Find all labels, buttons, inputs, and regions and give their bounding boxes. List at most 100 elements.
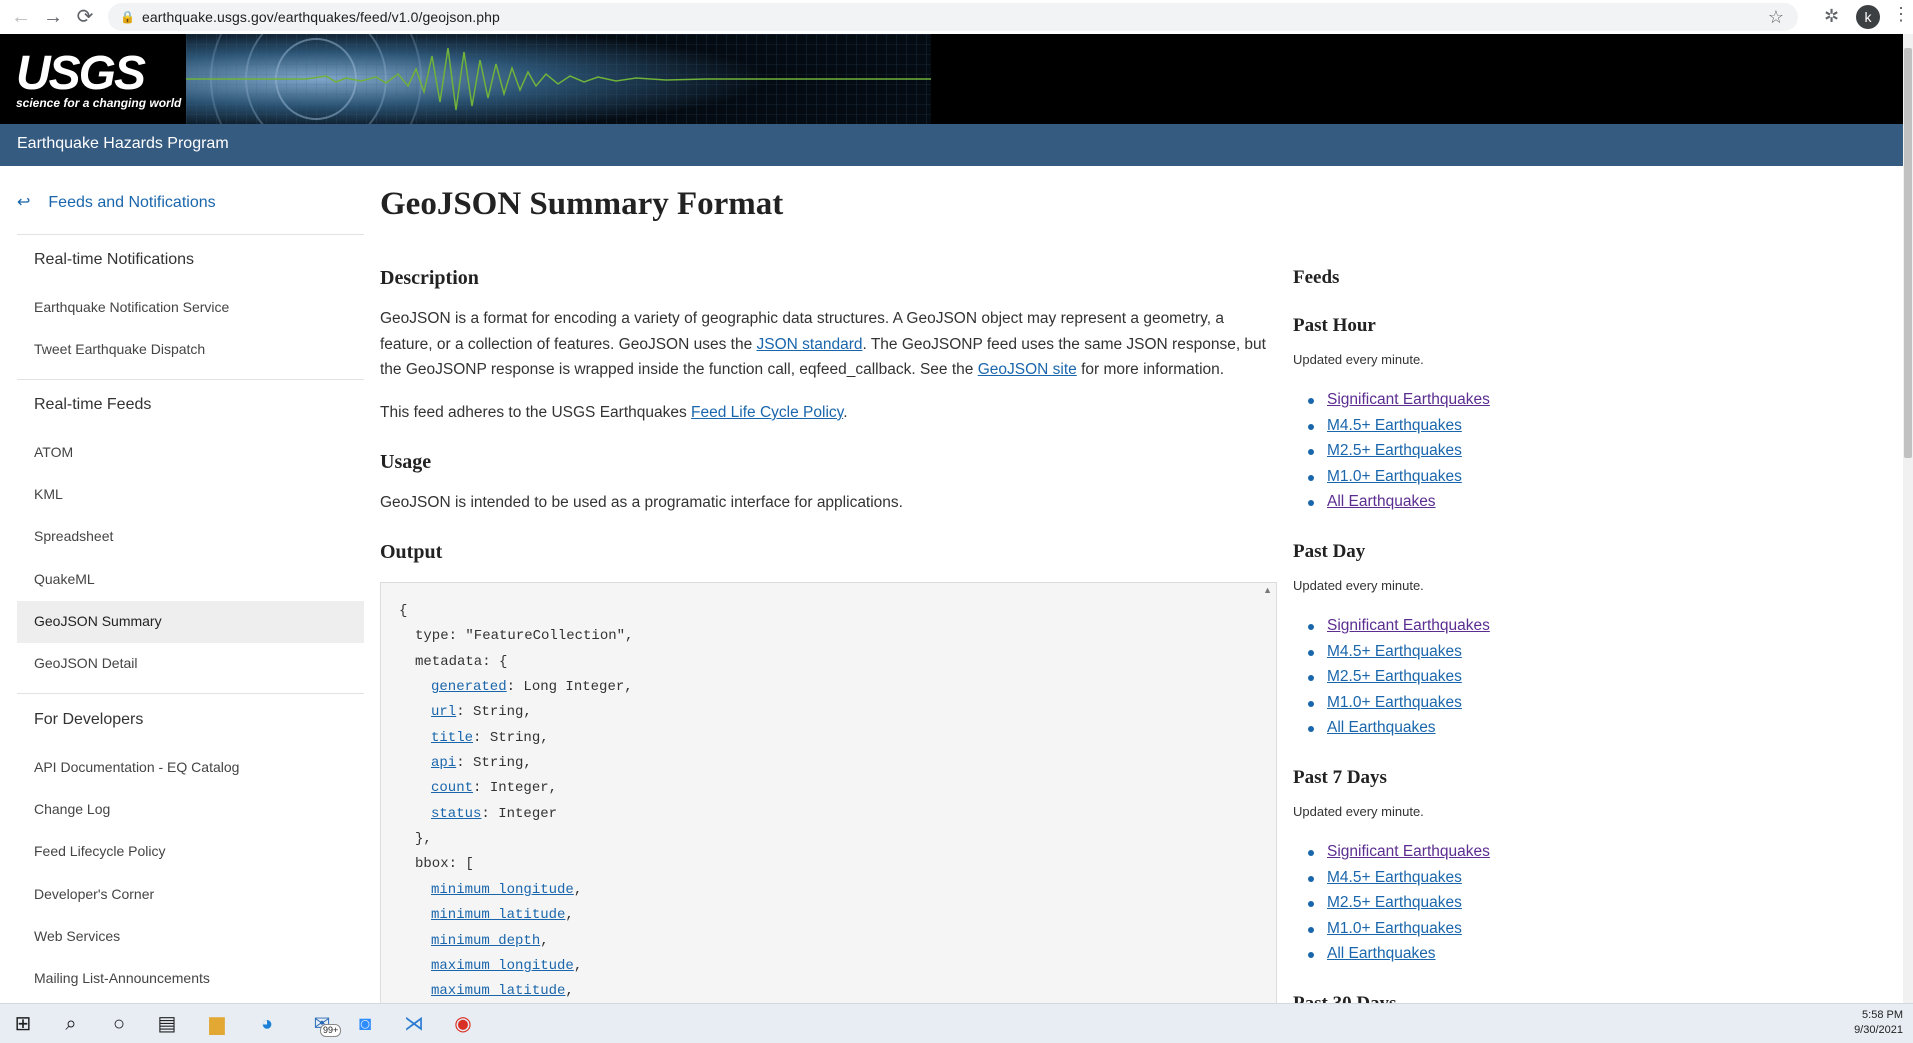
divider xyxy=(17,234,364,235)
back-link-label: Feeds and Notifications xyxy=(48,194,216,211)
scroll-up-icon[interactable]: ▲ xyxy=(1263,585,1272,595)
sidebar-item-api-docs[interactable]: API Documentation - EQ Catalog xyxy=(34,759,239,775)
browser-menu-icon[interactable]: ⋮ xyxy=(1892,4,1910,25)
code-line: generated: Long Integer, xyxy=(431,679,633,695)
past-hour-all-link[interactable]: All Earthquakes xyxy=(1327,493,1436,511)
cortana-icon[interactable]: ○ xyxy=(106,1011,132,1037)
bookmark-star-icon[interactable]: ☆ xyxy=(1768,3,1784,31)
zoom-icon[interactable]: ◙ xyxy=(352,1011,378,1037)
feeds-heading: Feeds xyxy=(1293,267,1340,288)
chrome-icon[interactable]: ◉ xyxy=(450,1011,476,1037)
program-bar: Earthquake Hazards Program xyxy=(0,124,1903,166)
past-7-days-significant-link[interactable]: Significant Earthquakes xyxy=(1327,843,1490,861)
sidebar-item-kml[interactable]: KML xyxy=(34,486,63,502)
bullet xyxy=(1308,726,1314,732)
sidebar-item-spreadsheet[interactable]: Spreadsheet xyxy=(34,528,113,544)
past-day-all-link[interactable]: All Earthquakes xyxy=(1327,719,1436,737)
past-day-significant-link[interactable]: Significant Earthquakes xyxy=(1327,617,1490,635)
back-link-feeds[interactable]: ↩ Feeds and Notifications xyxy=(17,192,216,212)
sidebar-item-developers-corner[interactable]: Developer's Corner xyxy=(34,886,154,902)
minimum-latitude-link[interactable]: minimum latitude xyxy=(431,907,565,923)
past-7-days-all-link[interactable]: All Earthquakes xyxy=(1327,945,1436,963)
description-paragraph: GeoJSON is a format for encoding a varie… xyxy=(380,310,1266,378)
sidebar-item-web-services[interactable]: Web Services xyxy=(34,928,120,944)
title-link[interactable]: title xyxy=(431,730,473,746)
past-7-days-m45-link[interactable]: M4.5+ Earthquakes xyxy=(1327,869,1462,887)
extensions-puzzle-icon[interactable]: ✲ xyxy=(1824,6,1839,27)
minimum-depth-link[interactable]: minimum depth xyxy=(431,933,540,949)
mail-icon[interactable]: ✉99+ xyxy=(302,1011,342,1037)
count-link[interactable]: count xyxy=(431,780,473,796)
vscode-icon[interactable]: ⋊ xyxy=(401,1011,427,1037)
section-heading: Real-time Notifications xyxy=(34,251,195,268)
logo-tagline: science for a changing world xyxy=(16,96,182,110)
geojson-site-link[interactable]: GeoJSON site xyxy=(978,361,1077,378)
bullet xyxy=(1308,449,1314,455)
code-line: maximum latitude, xyxy=(431,983,574,999)
page-title: GeoJSON Summary Format xyxy=(380,186,784,222)
output-code-block[interactable]: ▲ { type: "FeatureCollection", metadata:… xyxy=(380,582,1277,1014)
code-line: minimum depth, xyxy=(431,933,549,949)
program-title[interactable]: Earthquake Hazards Program xyxy=(17,135,229,153)
output-heading: Output xyxy=(380,541,443,563)
lock-icon: 🔒 xyxy=(120,10,135,24)
maximum-longitude-link[interactable]: maximum longitude xyxy=(431,958,574,974)
update-frequency: Updated every minute. xyxy=(1293,352,1424,367)
usgs-header: USGS science for a changing world xyxy=(0,34,1903,124)
bullet xyxy=(1308,650,1314,656)
code-line: minimum latitude, xyxy=(431,907,574,923)
left-arrow-icon: ↩ xyxy=(17,194,31,211)
json-standard-link[interactable]: JSON standard xyxy=(757,336,863,353)
past-day-m45-link[interactable]: M4.5+ Earthquakes xyxy=(1327,643,1462,661)
status-link[interactable]: status xyxy=(431,806,481,822)
code-line: title: String, xyxy=(431,730,549,746)
sidebar-item-quakeml[interactable]: QuakeML xyxy=(34,571,95,587)
url-text: earthquake.usgs.gov/earthquakes/feed/v1.… xyxy=(142,9,500,25)
past-day-m25-link[interactable]: M2.5+ Earthquakes xyxy=(1327,668,1462,686)
file-explorer-icon[interactable]: ▆ xyxy=(204,1011,230,1037)
sidebar-item-notification-service[interactable]: Earthquake Notification Service xyxy=(34,299,229,315)
back-arrow-icon[interactable]: ← xyxy=(8,4,34,30)
bullet xyxy=(1308,475,1314,481)
forward-arrow-icon[interactable]: → xyxy=(40,4,66,30)
feed-lifecycle-link[interactable]: Feed Life Cycle Policy xyxy=(691,404,843,421)
sidebar-item-lifecycle-policy[interactable]: Feed Lifecycle Policy xyxy=(34,843,166,859)
divider xyxy=(17,379,364,380)
task-view-icon[interactable]: ▤ xyxy=(154,1011,180,1037)
sidebar-item-mailing-list[interactable]: Mailing List-Announcements xyxy=(34,970,210,986)
bullet xyxy=(1308,850,1314,856)
sidebar-item-change-log[interactable]: Change Log xyxy=(34,801,110,817)
minimum-longitude-link[interactable]: minimum longitude xyxy=(431,882,574,898)
generated-link[interactable]: generated xyxy=(431,679,507,695)
past-hour-significant-link[interactable]: Significant Earthquakes xyxy=(1327,391,1490,409)
address-bar[interactable]: 🔒 earthquake.usgs.gov/earthquakes/feed/v… xyxy=(108,3,1798,31)
scrollbar-thumb[interactable] xyxy=(1904,48,1912,458)
past-day-heading: Past Day xyxy=(1293,541,1366,562)
usgs-logo[interactable]: USGS science for a changing world xyxy=(16,50,182,111)
windows-start-icon[interactable]: ⊞ xyxy=(10,1011,36,1037)
page-scrollbar[interactable] xyxy=(1903,34,1913,1003)
past-hour-m25-link[interactable]: M2.5+ Earthquakes xyxy=(1327,442,1462,460)
past-hour-m10-link[interactable]: M1.0+ Earthquakes xyxy=(1327,468,1462,486)
reload-icon[interactable]: ⟳ xyxy=(72,4,98,30)
code-line: minimum longitude, xyxy=(431,882,583,898)
edge-browser-icon[interactable]: ◕ xyxy=(254,1011,280,1037)
profile-avatar[interactable]: k xyxy=(1856,5,1880,29)
past-7-days-m25-link[interactable]: M2.5+ Earthquakes xyxy=(1327,894,1462,912)
past-hour-m45-link[interactable]: M4.5+ Earthquakes xyxy=(1327,417,1462,435)
usage-text: GeoJSON is intended to be used as a prog… xyxy=(380,494,903,511)
system-clock[interactable]: 5:58 PM 9/30/2021 xyxy=(1854,1008,1903,1038)
past-7-days-m10-link[interactable]: M1.0+ Earthquakes xyxy=(1327,920,1462,938)
past-hour-heading: Past Hour xyxy=(1293,315,1376,336)
maximum-latitude-link[interactable]: maximum latitude xyxy=(431,983,565,999)
sidebar-item-tweet-dispatch[interactable]: Tweet Earthquake Dispatch xyxy=(34,341,205,357)
search-icon[interactable]: ⌕ xyxy=(58,1011,84,1037)
api-link[interactable]: api xyxy=(431,755,456,771)
sidebar-item-geojson-summary[interactable]: GeoJSON Summary xyxy=(34,613,162,629)
past-day-m10-link[interactable]: M1.0+ Earthquakes xyxy=(1327,694,1462,712)
sidebar-item-geojson-detail[interactable]: GeoJSON Detail xyxy=(34,655,137,671)
sidebar-item-atom[interactable]: ATOM xyxy=(34,444,73,460)
url-link[interactable]: url xyxy=(431,704,456,720)
code-line: url: String, xyxy=(431,704,532,720)
update-frequency: Updated every minute. xyxy=(1293,578,1424,593)
